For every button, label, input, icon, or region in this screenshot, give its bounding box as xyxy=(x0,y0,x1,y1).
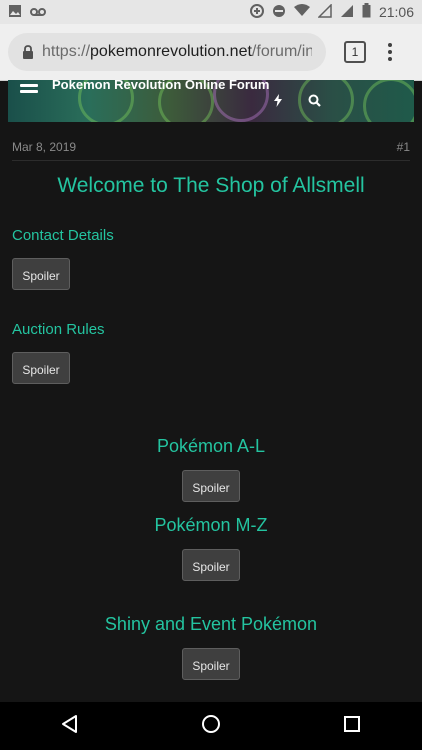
tab-switcher-button[interactable]: 1 xyxy=(344,41,366,63)
hamburger-menu-icon[interactable] xyxy=(20,84,38,96)
do-not-disturb-icon xyxy=(272,4,286,21)
browser-toolbar: https://pokemonrevolution.net/forum/inde… xyxy=(0,24,422,81)
section-title-contact-details: Contact Details xyxy=(12,227,114,244)
signal-icon xyxy=(317,2,332,21)
menu-dot xyxy=(388,50,392,54)
image-icon xyxy=(8,4,22,21)
forum-title[interactable]: Pokemon Revolution Online Forum xyxy=(52,80,269,92)
battery-icon xyxy=(362,3,371,21)
recents-icon[interactable] xyxy=(343,715,361,738)
forum-header-banner: Pokemon Revolution Online Forum xyxy=(8,80,414,122)
signal-icon-2 xyxy=(340,4,354,21)
lightning-bolt-icon[interactable] xyxy=(274,94,282,112)
wifi-icon xyxy=(293,4,310,20)
menu-dot xyxy=(388,43,392,47)
url-bar[interactable]: https://pokemonrevolution.net/forum/inde… xyxy=(8,33,326,71)
banner-decoration xyxy=(363,80,414,122)
overflow-menu-button[interactable] xyxy=(388,43,392,61)
status-bar: 21:06 xyxy=(0,0,422,24)
post-date[interactable]: Mar 8, 2019 xyxy=(12,140,76,154)
status-right: 21:06 xyxy=(242,2,422,21)
home-icon[interactable] xyxy=(201,714,221,739)
post-number[interactable]: #1 xyxy=(397,140,410,154)
search-icon[interactable] xyxy=(308,94,321,112)
post-meta: Mar 8, 2019 #1 xyxy=(12,140,410,161)
lock-icon xyxy=(22,44,34,60)
spoiler-button-pokemon-m-z[interactable]: Spoiler xyxy=(182,549,240,581)
section-title-auction-rules: Auction Rules xyxy=(12,321,105,338)
back-icon[interactable] xyxy=(61,714,79,739)
menu-dot xyxy=(388,57,392,61)
url-path: /forum/index.p xyxy=(251,43,312,60)
data-saver-icon xyxy=(249,3,264,21)
voicemail-icon xyxy=(30,4,46,20)
spoiler-button-contact-details[interactable]: Spoiler xyxy=(12,258,70,290)
section-title-pokemon-m-z: Pokémon M-Z xyxy=(154,515,268,535)
spoiler-button-pokemon-a-l[interactable]: Spoiler xyxy=(182,470,240,502)
banner-decoration xyxy=(298,80,354,122)
section-title-pokemon-a-l: Pokémon A-L xyxy=(156,436,266,456)
post-heading: Welcome to The Shop of Allsmell xyxy=(57,174,365,197)
status-left xyxy=(0,4,54,21)
section-title-shiny-and-event: Shiny and Event Pokémon xyxy=(104,614,318,634)
url-scheme: https:// xyxy=(42,43,91,60)
url-text[interactable]: https://pokemonrevolution.net/forum/inde… xyxy=(42,43,312,61)
clock: 21:06 xyxy=(378,4,414,20)
android-navigation-bar xyxy=(0,702,422,750)
url-host: pokemonrevolution.net xyxy=(90,43,252,60)
spoiler-button-shiny-and-event[interactable]: Spoiler xyxy=(182,648,240,680)
spoiler-button-auction-rules[interactable]: Spoiler xyxy=(12,352,70,384)
